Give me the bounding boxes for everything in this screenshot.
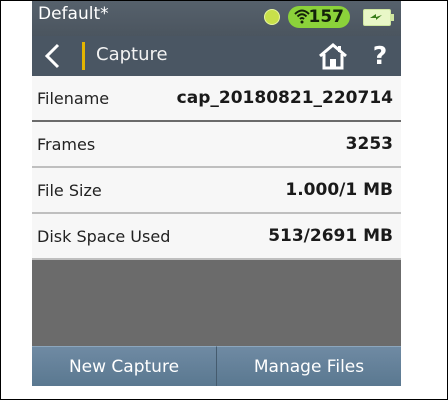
battery-icon xyxy=(363,9,394,26)
row-value: cap_20180821_220714 xyxy=(176,88,393,108)
row-value: 1.000/1 MB xyxy=(285,180,393,200)
list-item-disk-space: Disk Space Used 513/2691 MB xyxy=(32,214,401,260)
help-icon[interactable]: ? xyxy=(367,41,393,71)
row-label: Disk Space Used xyxy=(37,227,171,246)
list-item-file-size: File Size 1.000/1 MB xyxy=(32,168,401,214)
row-label: File Size xyxy=(37,181,102,200)
row-value: 513/2691 MB xyxy=(268,226,393,246)
list-item-filename: Filename cap_20180821_220714 xyxy=(32,76,401,122)
signal-count: 157 xyxy=(308,7,345,27)
capture-info-list: Filename cap_20180821_220714 Frames 3253… xyxy=(32,76,401,260)
wifi-icon xyxy=(294,9,310,24)
new-capture-button[interactable]: New Capture xyxy=(32,346,216,386)
status-bar: Default* 157 xyxy=(32,1,401,36)
row-label: Frames xyxy=(37,135,96,154)
title-bar: Capture ? xyxy=(32,36,401,76)
manage-files-button[interactable]: Manage Files xyxy=(216,346,401,386)
row-label: Filename xyxy=(37,89,110,108)
back-chevron-icon[interactable] xyxy=(38,40,68,72)
battery-plug-icon xyxy=(370,14,382,20)
home-icon[interactable] xyxy=(317,42,349,70)
status-dot-icon xyxy=(264,9,280,25)
device-screen: Default* 157 Capture ? Filename cap_2018… xyxy=(32,1,401,386)
title-separator xyxy=(82,42,85,70)
bottom-button-bar: New Capture Manage Files xyxy=(32,346,401,386)
profile-name: Default* xyxy=(38,4,109,24)
page-title: Capture xyxy=(96,44,168,65)
row-value: 3253 xyxy=(345,134,393,154)
list-item-frames: Frames 3253 xyxy=(32,122,401,168)
